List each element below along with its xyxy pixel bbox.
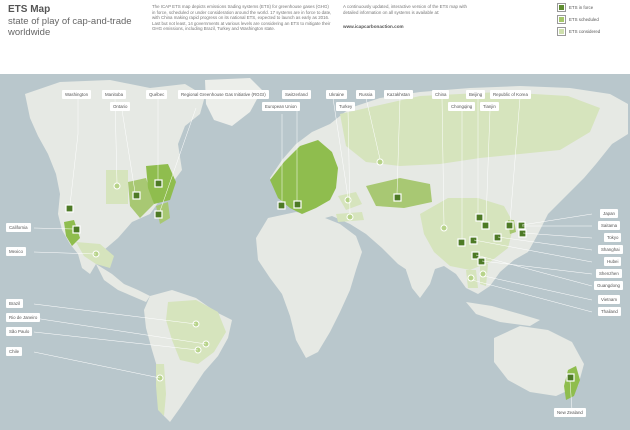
label-ontario[interactable]: Ontario bbox=[110, 102, 131, 111]
legend-item-scheduled: ETS scheduled bbox=[557, 14, 628, 24]
legend-item-in-force: ETS in force bbox=[557, 2, 628, 12]
description-text: The ICAP ETS map depicts emissions tradi… bbox=[152, 4, 332, 32]
marker-russia[interactable] bbox=[376, 158, 384, 166]
marker-ontario[interactable] bbox=[132, 191, 141, 200]
label-japan[interactable]: Japan bbox=[600, 209, 618, 218]
label-california[interactable]: California bbox=[6, 223, 31, 232]
label-chile[interactable]: Chile bbox=[6, 347, 23, 356]
label-korea[interactable]: Republic of Korea bbox=[490, 90, 531, 99]
marker-china[interactable] bbox=[440, 224, 448, 232]
legend: ETS in force ETS scheduled ETS considere… bbox=[557, 2, 628, 38]
marker-japan[interactable] bbox=[517, 221, 526, 230]
label-mexico[interactable]: Mexico bbox=[6, 247, 26, 256]
page-subtitle: state of play of cap-and-trade worldwide bbox=[8, 16, 132, 38]
label-shenzhen[interactable]: Shenzhen bbox=[596, 269, 622, 278]
marker-california[interactable] bbox=[72, 225, 81, 234]
label-rio[interactable]: Rio de Janeiro bbox=[6, 313, 41, 322]
legend-item-considered: ETS considered bbox=[557, 26, 628, 36]
label-tianjin[interactable]: Tianjin bbox=[480, 102, 499, 111]
legend-label: ETS scheduled bbox=[569, 16, 599, 22]
legend-swatch-in-force bbox=[557, 2, 566, 12]
label-turkey[interactable]: Turkey bbox=[336, 102, 356, 111]
label-hubei[interactable]: Hubei bbox=[604, 257, 622, 266]
map-canvas bbox=[0, 74, 630, 430]
marker-tokyo[interactable] bbox=[518, 229, 527, 238]
marker-ukraine[interactable] bbox=[344, 196, 352, 204]
label-kazakhstan[interactable]: Kazakhstan bbox=[384, 90, 413, 99]
label-thailand[interactable]: Thailand bbox=[598, 307, 621, 316]
label-shanghai[interactable]: Shanghai bbox=[598, 245, 623, 254]
label-chongqing[interactable]: Chongqing bbox=[448, 102, 476, 111]
world-map[interactable]: Washington Manitoba Ontario Québec Regio… bbox=[0, 74, 630, 430]
label-washington[interactable]: Washington bbox=[62, 90, 92, 99]
label-manitoba[interactable]: Manitoba bbox=[102, 90, 127, 99]
website-link[interactable]: www.icapcarbonaction.com bbox=[343, 24, 404, 29]
marker-chongqing[interactable] bbox=[457, 238, 466, 247]
page-title: ETS Map bbox=[8, 4, 51, 15]
label-rggi[interactable]: Regional Greenhouse Gas Initiative (RGGI… bbox=[178, 90, 269, 99]
legend-swatch-considered bbox=[557, 26, 566, 36]
update-note: A continuously updated, interactive vers… bbox=[343, 4, 467, 15]
marker-shenzhen[interactable] bbox=[477, 257, 486, 266]
label-eu[interactable]: European Union bbox=[262, 102, 300, 111]
marker-manitoba[interactable] bbox=[113, 182, 121, 190]
marker-korea[interactable] bbox=[505, 221, 514, 230]
header: ETS Map state of play of cap-and-trade w… bbox=[0, 0, 630, 74]
label-switzerland[interactable]: Switzerland bbox=[282, 90, 311, 99]
marker-quebec[interactable] bbox=[154, 179, 163, 188]
legend-swatch-scheduled bbox=[557, 14, 566, 24]
label-guangdong[interactable]: Guangdong bbox=[594, 281, 623, 290]
label-beijing[interactable]: Beijing bbox=[466, 90, 486, 99]
label-brazil[interactable]: Brazil bbox=[6, 299, 23, 308]
label-newzealand[interactable]: New Zealand bbox=[554, 408, 586, 417]
label-china[interactable]: China bbox=[432, 90, 450, 99]
marker-kazakhstan[interactable] bbox=[393, 193, 402, 202]
label-vietnam[interactable]: Vietnam bbox=[598, 295, 621, 304]
label-saitama[interactable]: Saitama bbox=[598, 221, 621, 230]
marker-washington[interactable] bbox=[65, 204, 74, 213]
label-ukraine[interactable]: Ukraine bbox=[326, 90, 348, 99]
label-saopaulo[interactable]: São Paulo bbox=[6, 327, 33, 336]
marker-rggi[interactable] bbox=[154, 210, 163, 219]
marker-switzerland[interactable] bbox=[293, 200, 302, 209]
legend-label: ETS in force bbox=[569, 4, 594, 10]
label-tokyo[interactable]: Tokyo bbox=[604, 233, 622, 242]
label-russia[interactable]: Russia bbox=[356, 90, 376, 99]
marker-tianjin[interactable] bbox=[481, 221, 490, 230]
legend-label: ETS considered bbox=[569, 28, 601, 34]
label-quebec[interactable]: Québec bbox=[146, 90, 168, 99]
marker-turkey[interactable] bbox=[346, 213, 354, 221]
marker-newzealand[interactable] bbox=[566, 373, 575, 382]
marker-beijing[interactable] bbox=[475, 213, 484, 222]
marker-eu[interactable] bbox=[277, 201, 286, 210]
